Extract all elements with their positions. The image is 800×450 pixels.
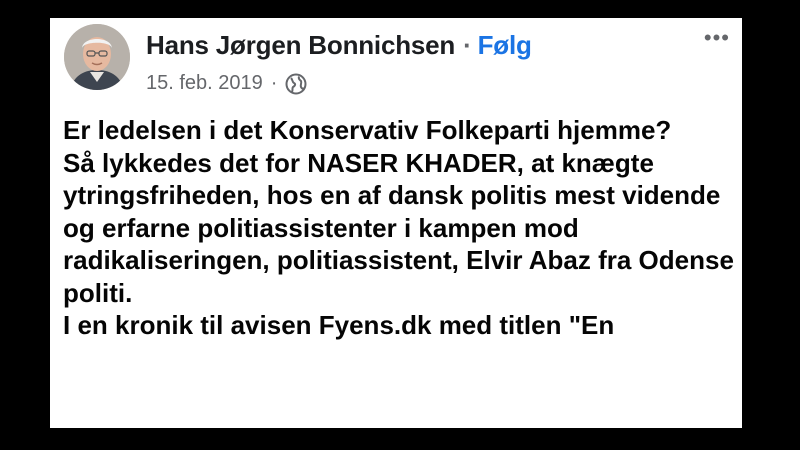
post-paragraph: Så lykkedes det for NASER KHADER, at knæ… [63,147,734,308]
globe-icon[interactable] [285,73,307,95]
author-photo [64,24,130,90]
more-options-icon[interactable]: ••• [704,27,730,49]
meta-separator: · [270,72,278,94]
author-avatar[interactable] [64,24,130,90]
facebook-post-card: Hans Jørgen Bonnichsen · Følg 15. feb. 201… [50,18,742,428]
post-body: Er ledelsen i det Konservativ Folkeparti… [63,114,735,342]
post-meta: 15. feb. 2019 · [146,72,307,95]
post-paragraph-truncated: I en kronik til avisen Fyens.dk med titl… [63,310,615,340]
post-header: Hans Jørgen Bonnichsen · Følg [146,30,532,61]
header-separator: · [463,30,472,60]
post-paragraph: Er ledelsen i det Konservativ Folkeparti… [63,115,672,145]
follow-button[interactable]: Følg [478,30,532,60]
post-date[interactable]: 15. feb. 2019 [146,72,263,95]
author-name[interactable]: Hans Jørgen Bonnichsen [146,30,455,60]
